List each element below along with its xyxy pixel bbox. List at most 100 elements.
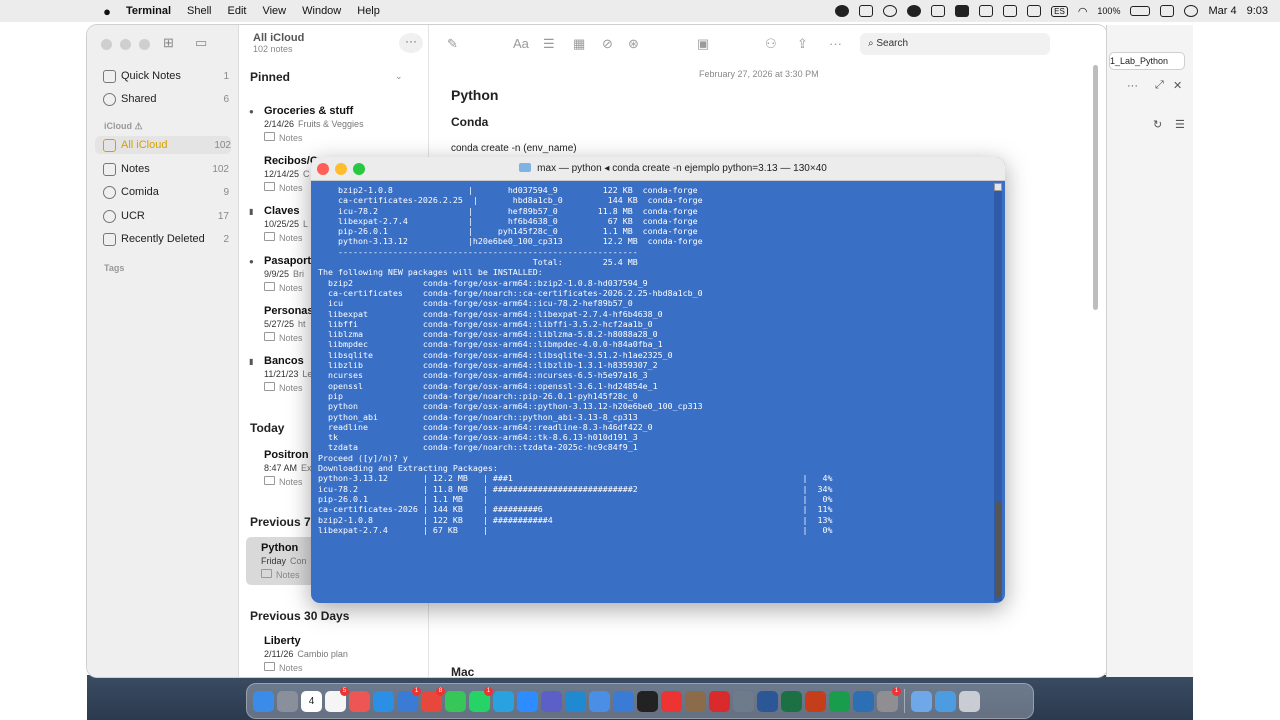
menu-help[interactable]: Help	[357, 5, 380, 17]
vscode-icon[interactable]	[565, 690, 586, 712]
list-icon[interactable]: ☰	[1175, 118, 1185, 131]
more-options-button[interactable]: ···	[399, 33, 423, 53]
mail-icon[interactable]: 1	[397, 686, 421, 712]
menu-time[interactable]: 9:03	[1247, 5, 1268, 17]
mail-2-icon[interactable]: 8	[421, 686, 445, 712]
spreadsheet-icon[interactable]	[829, 690, 850, 712]
word-icon[interactable]	[757, 690, 778, 712]
terminal-scrollbar[interactable]	[994, 183, 1002, 601]
zoom-button[interactable]	[139, 39, 150, 50]
system-settings-icon[interactable]: 1	[877, 686, 901, 712]
note-subheading[interactable]: Conda	[451, 115, 488, 129]
note-section-heading[interactable]: Mac	[451, 665, 474, 677]
new-folder-icon[interactable]: ⊞	[163, 35, 174, 51]
downloads-icon[interactable]	[935, 690, 956, 712]
close-button[interactable]	[101, 39, 112, 50]
browser-icon[interactable]	[613, 690, 634, 712]
folder-quick-notes[interactable]: Quick Notes 1	[103, 67, 229, 85]
table-icon[interactable]: ▦	[573, 36, 585, 52]
document-tab[interactable]: 1_Lab_Python	[1109, 52, 1185, 70]
compose-icon[interactable]: ✎	[447, 36, 458, 52]
search-field[interactable]: ⌕ Search	[860, 33, 1050, 55]
battery-icon[interactable]	[1130, 6, 1151, 16]
keynote-icon[interactable]	[853, 690, 874, 712]
note-body-line[interactable]: conda create -n (env_name)	[451, 143, 577, 154]
folder-ucr[interactable]: UCR 17	[103, 207, 229, 225]
gauge-icon[interactable]	[883, 5, 898, 17]
siri-icon[interactable]	[1184, 5, 1199, 17]
calendar-icon[interactable]: 4	[301, 690, 322, 712]
media-icon[interactable]: ▣	[697, 36, 709, 52]
positron-icon[interactable]	[589, 690, 610, 712]
excel-icon[interactable]	[781, 690, 802, 712]
minimize-button[interactable]	[335, 163, 347, 175]
preview-icon[interactable]	[733, 690, 754, 712]
d-app-icon[interactable]	[1003, 5, 1018, 17]
folder-comida[interactable]: Comida 9	[103, 183, 229, 201]
grid-icon[interactable]	[979, 5, 994, 17]
keyboard-icon[interactable]	[1027, 5, 1042, 17]
acrobat-icon[interactable]	[709, 690, 730, 712]
expand-icon[interactable]: ⤢	[1155, 79, 1164, 92]
books-icon[interactable]	[685, 690, 706, 712]
cloud-fill-icon[interactable]	[955, 5, 970, 17]
refresh-icon[interactable]: ↻	[1153, 118, 1162, 131]
safari-icon[interactable]	[373, 690, 394, 712]
zotero-icon[interactable]	[661, 690, 682, 712]
markup-icon[interactable]: ⊛	[628, 36, 639, 52]
folder-notes[interactable]: Notes 102	[103, 160, 229, 178]
menu-date[interactable]: Mar 4	[1208, 5, 1236, 17]
wifi-icon[interactable]: ◠	[1078, 5, 1088, 18]
zoom-button[interactable]	[353, 163, 365, 175]
attachment-icon[interactable]: ⊘	[602, 36, 613, 52]
powerpoint-icon[interactable]	[805, 690, 826, 712]
list-icon[interactable]	[931, 5, 946, 17]
note-item[interactable]: Liberty 2/11/26 Cambio plan Notes	[249, 635, 417, 675]
share-icon[interactable]: ⇪	[797, 36, 808, 52]
terminal-titlebar[interactable]: max — python ◂ conda create -n ejemplo p…	[311, 157, 1005, 181]
teams-icon[interactable]	[541, 690, 562, 712]
note-heading[interactable]: Python	[451, 87, 498, 103]
more-icon[interactable]: ···	[829, 36, 842, 51]
reminders-icon[interactable]: 5	[325, 686, 349, 712]
input-source[interactable]: ES	[1051, 5, 1068, 17]
shield-icon[interactable]	[907, 5, 922, 17]
minimize-button[interactable]	[120, 39, 131, 50]
messages-icon[interactable]	[445, 690, 466, 712]
terminal-output[interactable]: bzip2-1.0.8 | hd037594_9 122 KB conda-fo…	[318, 185, 990, 597]
note-item[interactable]: ● Groceries & stuff 2/14/26 Fruits & Vegg…	[249, 105, 417, 145]
menu-shell[interactable]: Shell	[187, 5, 211, 17]
scroll-thumb[interactable]	[995, 501, 1001, 597]
menu-view[interactable]: View	[262, 5, 286, 17]
close-button[interactable]	[317, 163, 329, 175]
sidebar-toggle-icon[interactable]: ▭	[195, 35, 207, 51]
launchpad-icon[interactable]	[277, 690, 298, 712]
format-icon[interactable]: Aa	[513, 36, 529, 51]
group-pinned[interactable]: Pinned	[250, 70, 290, 84]
folder-recently-deleted[interactable]: Recently Deleted 2	[103, 230, 229, 248]
terminal-window[interactable]: max — python ◂ conda create -n ejemplo p…	[311, 157, 1005, 603]
chevron-down-icon[interactable]: ⌄	[395, 71, 403, 82]
folder-all-icloud[interactable]: All iCloud 102	[95, 136, 231, 154]
editor-scrollbar[interactable]	[1093, 65, 1098, 310]
zoom-icon[interactable]	[517, 690, 538, 712]
whatsapp-icon[interactable]: 1	[469, 686, 493, 712]
close-icon[interactable]: ✕	[1173, 79, 1182, 92]
menu-edit[interactable]: Edit	[228, 5, 247, 17]
brave-icon[interactable]	[349, 690, 370, 712]
more-icon[interactable]: ···	[1127, 80, 1138, 92]
telegram-icon[interactable]	[493, 690, 514, 712]
menu-app-name[interactable]: Terminal	[126, 5, 171, 17]
trash-icon[interactable]	[959, 690, 980, 712]
collaborate-icon[interactable]: ⚇	[765, 36, 777, 52]
menu-window[interactable]: Window	[302, 5, 341, 17]
control-center-icon[interactable]	[1160, 5, 1175, 17]
scroll-up-arrow[interactable]	[994, 183, 1002, 191]
terminal-icon[interactable]	[637, 690, 658, 712]
finder-icon[interactable]	[253, 690, 274, 712]
checklist-icon[interactable]: ☰	[543, 36, 555, 52]
record-icon[interactable]	[835, 5, 850, 17]
folder-icon[interactable]	[911, 690, 932, 712]
apple-menu-icon[interactable]: ●	[98, 4, 116, 19]
cloud-icon[interactable]	[859, 5, 874, 17]
